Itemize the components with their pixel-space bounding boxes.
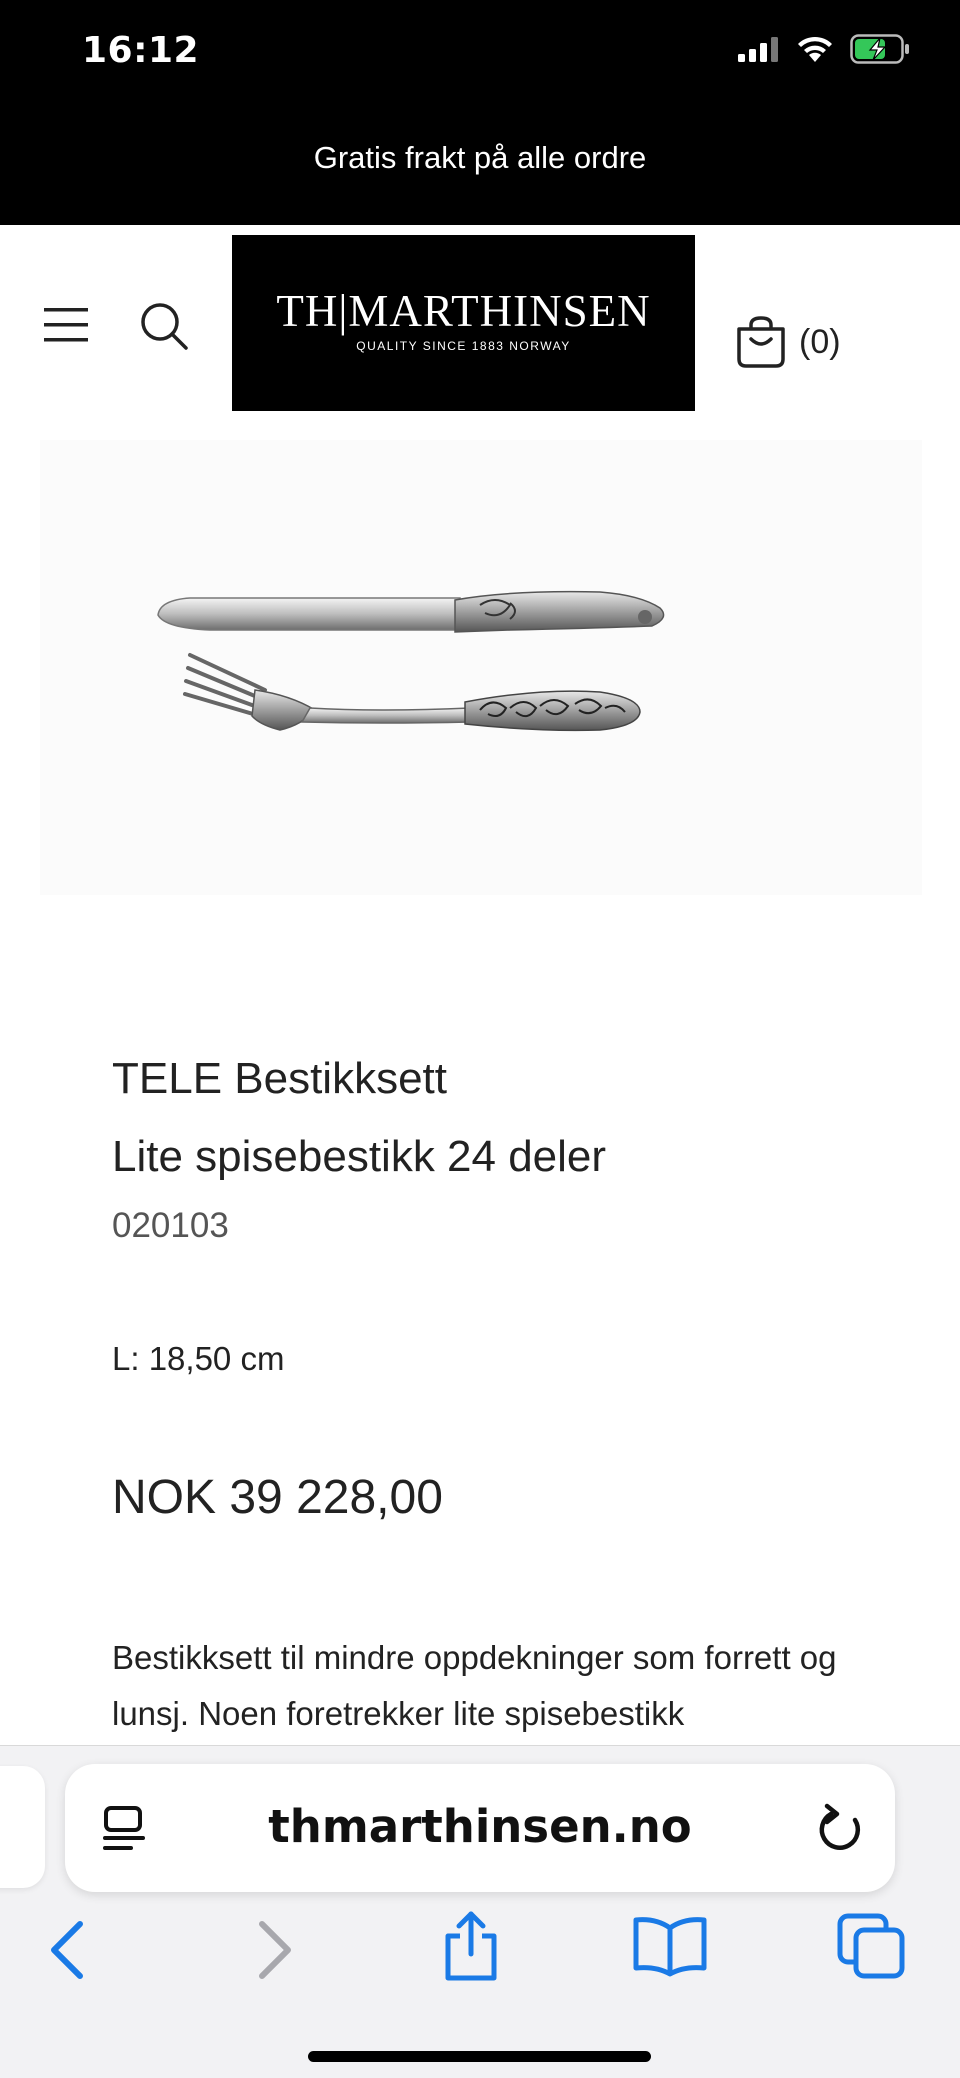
previous-tab-preview[interactable] bbox=[0, 1766, 45, 1888]
cart-count: (0) bbox=[799, 322, 841, 361]
product-title-line1: TELE Bestikksett bbox=[112, 1054, 448, 1103]
product-title-line2: Lite spisebestikk 24 deler bbox=[112, 1132, 607, 1181]
status-time: 16:12 bbox=[82, 30, 200, 71]
logo-wordmark: TH|MARTHINSEN bbox=[276, 286, 651, 336]
search-icon[interactable] bbox=[138, 300, 190, 352]
browser-bottom-bar: thmarthinsen.no bbox=[0, 1745, 960, 2078]
product-sku: 020103 bbox=[112, 1206, 229, 1245]
address-bar[interactable]: thmarthinsen.no bbox=[65, 1764, 895, 1892]
brand-logo[interactable]: TH|MARTHINSEN QUALITY SINCE 1883 NORWAY bbox=[232, 235, 695, 411]
reload-icon[interactable] bbox=[815, 1802, 865, 1854]
announcement-text: Gratis frakt på alle ordre bbox=[313, 140, 647, 175]
product-length: L: 18,50 cm bbox=[112, 1340, 285, 1377]
bookmarks-icon[interactable] bbox=[632, 1916, 708, 1978]
menu-icon[interactable] bbox=[42, 305, 92, 345]
wifi-icon bbox=[798, 36, 832, 62]
signal-icon bbox=[738, 37, 778, 62]
status-icons bbox=[738, 34, 910, 64]
cart-button[interactable]: (0) bbox=[735, 315, 841, 369]
shopping-bag-icon bbox=[737, 316, 785, 368]
browser-toolbar bbox=[0, 1906, 960, 2016]
url-text: thmarthinsen.no bbox=[268, 1800, 692, 1853]
battery-icon bbox=[850, 34, 909, 64]
tabs-icon[interactable] bbox=[836, 1912, 908, 1980]
product-price: NOK 39 228,00 bbox=[112, 1471, 443, 1524]
logo-tagline: QUALITY SINCE 1883 NORWAY bbox=[356, 339, 571, 353]
share-icon[interactable] bbox=[440, 1910, 502, 1982]
forward-icon[interactable] bbox=[254, 1920, 294, 1980]
product-image[interactable] bbox=[40, 440, 922, 895]
product-title: TELE Bestikksett Lite spisebestikk 24 de… bbox=[112, 1040, 606, 1196]
home-indicator bbox=[308, 2051, 651, 2062]
cutlery-image bbox=[157, 590, 665, 732]
product-description: Bestikksett til mindre oppdekninger som … bbox=[112, 1639, 837, 1732]
back-icon[interactable] bbox=[48, 1920, 88, 1980]
